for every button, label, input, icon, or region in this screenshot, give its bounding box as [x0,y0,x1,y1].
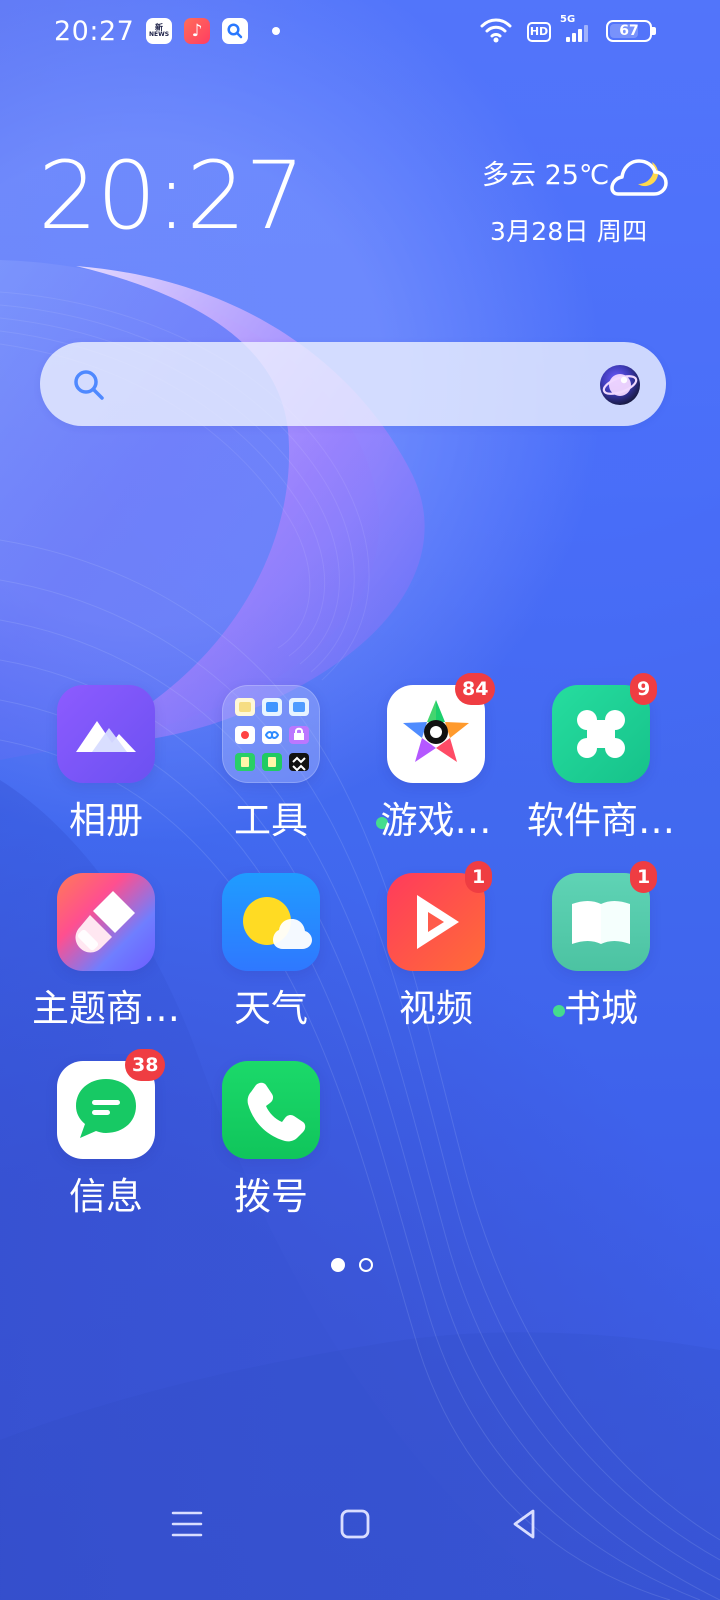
app-photos[interactable]: 相册 [20,685,200,857]
photos-glyph-icon [76,721,136,752]
badge-game-center: 84 [455,673,496,705]
badge-app-store: 9 [630,673,658,705]
sun-cloud-icon [243,897,312,949]
app-label-phone: 拨号 [234,1175,308,1218]
app-label-video: 视频 [399,987,473,1030]
badge-messages: 38 [125,1049,166,1081]
app-label-tools: 工具 [234,799,308,842]
app-label-photos: 相册 [69,799,143,842]
app-video[interactable]: 1 视频 [350,861,530,1045]
app-bookstore[interactable]: 1 书城 [515,861,695,1045]
app-weather[interactable]: 天气 [185,873,365,1045]
navigation-bar [0,1478,720,1564]
menu-button[interactable] [165,1502,209,1546]
brush-icon [75,891,135,953]
phone-handset-icon [247,1082,306,1142]
back-button[interactable] [502,1502,546,1546]
app-app-store[interactable]: 9 软件商… [515,673,695,857]
app-grid: 相册 工具 84 游戏… 9 软件商… 主题商… 天气 1 视频 1 书城 38… [0,0,720,1600]
page-indicators [331,1257,379,1275]
home-button[interactable] [333,1502,377,1546]
app-label-app-store: 软件商… [527,799,675,842]
home-icon [340,1509,370,1539]
back-icon [513,1509,535,1539]
app-tools-folder[interactable]: 工具 [185,685,365,857]
menu-icon [171,1511,203,1537]
page-indicator-next [359,1258,373,1272]
photos-icon[interactable] [57,685,155,783]
weather-icon[interactable] [222,873,320,971]
tools-folder-icon[interactable] [222,685,320,783]
app-label-weather: 天气 [234,987,308,1030]
app-phone[interactable]: 拨号 [185,1061,365,1233]
page-indicator-current [331,1258,345,1272]
app-label-messages: 信息 [69,1175,143,1218]
app-game-center[interactable]: 84 游戏… [350,673,530,857]
app-label-theme-store: 主题商… [32,987,180,1030]
theme-store-icon[interactable] [57,873,155,971]
badge-video: 1 [465,861,493,893]
app-label-bookstore: 书城 [564,987,638,1030]
app-theme-store[interactable]: 主题商… [20,873,200,1045]
badge-bookstore: 1 [630,861,658,893]
phone-icon[interactable] [222,1061,320,1159]
app-messages[interactable]: 38 信息 [20,1049,200,1233]
folder-mini-icons [235,698,309,772]
app-label-game-center: 游戏… [380,799,492,842]
